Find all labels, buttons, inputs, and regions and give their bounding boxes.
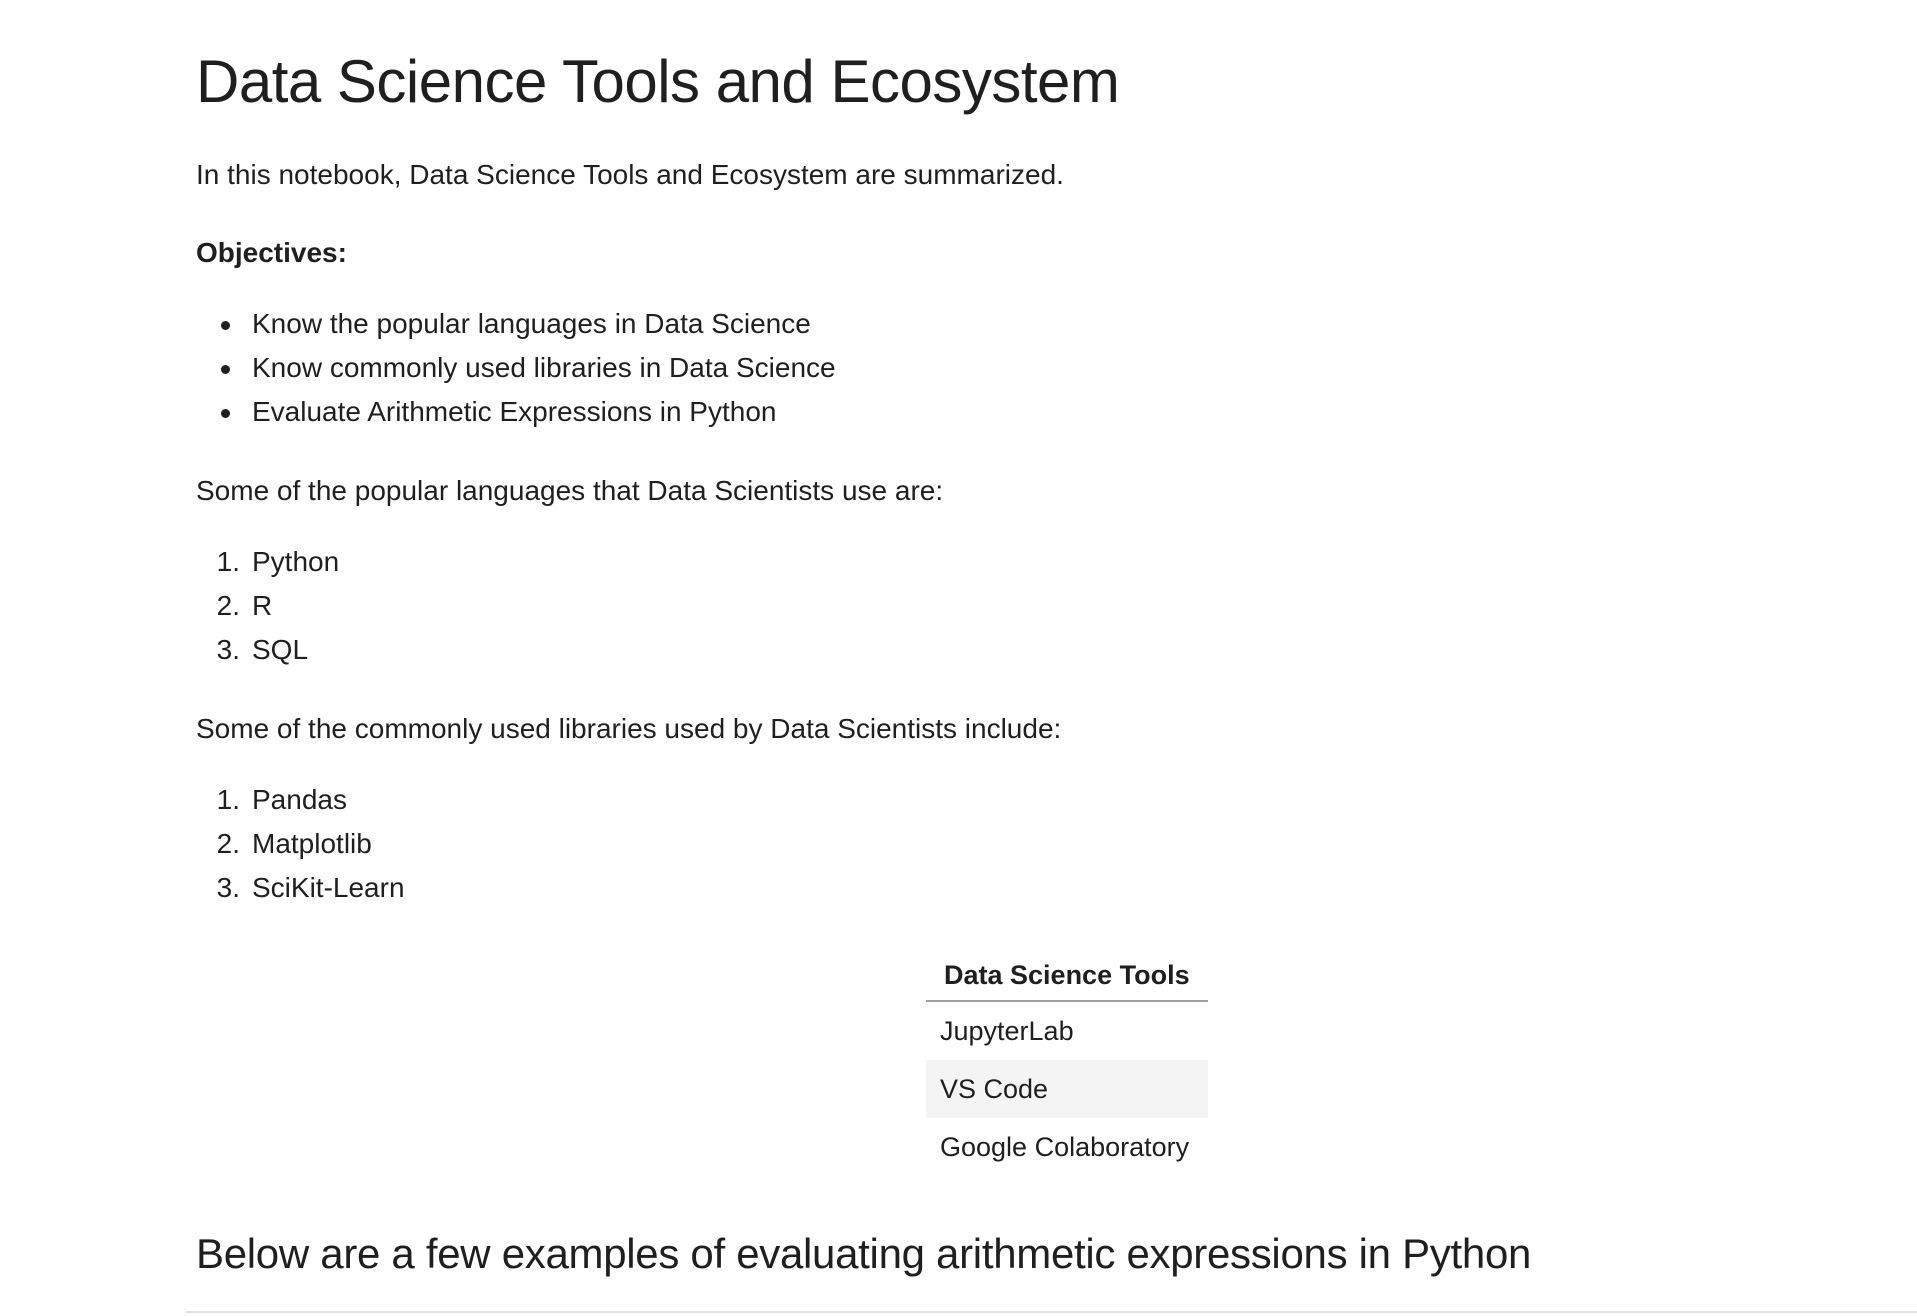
list-item: 1. Python bbox=[216, 546, 340, 577]
arithmetic-heading: Below are a few examples of evaluating a… bbox=[196, 1230, 1532, 1277]
table-row: VS Code bbox=[926, 1060, 1208, 1118]
languages-intro: Some of the popular languages that Data … bbox=[196, 475, 944, 506]
table-header: Data Science Tools bbox=[926, 950, 1208, 1002]
list-item: 3. SQL bbox=[216, 634, 309, 665]
bullet-icon bbox=[221, 365, 230, 374]
libraries-list: 1. Pandas 2. Matplotlib 3. SciKit-Learn bbox=[196, 778, 405, 910]
page-title: Data Science Tools and Ecosystem bbox=[196, 48, 1120, 115]
table-row: JupyterLab bbox=[926, 1001, 1208, 1060]
libraries-intro: Some of the commonly used libraries used… bbox=[196, 713, 1062, 744]
tools-table: Data Science Tools JupyterLab VS Code Go… bbox=[926, 950, 1208, 1176]
list-item: 3. SciKit-Learn bbox=[216, 872, 405, 903]
table-header-row: Data Science Tools bbox=[926, 950, 1208, 1002]
objectives-heading: Objectives: bbox=[196, 237, 347, 268]
bullet-icon bbox=[221, 409, 230, 418]
list-item: Know the popular languages in Data Scien… bbox=[196, 302, 836, 346]
table-cell: JupyterLab bbox=[940, 1015, 1074, 1046]
cell-divider bbox=[186, 1311, 1917, 1313]
intro-text: In this notebook, Data Science Tools and… bbox=[196, 159, 1064, 190]
objectives-list: Know the popular languages in Data Scien… bbox=[196, 302, 836, 434]
languages-list: 1. Python 2. R 3. SQL bbox=[196, 540, 340, 672]
list-item: 2. Matplotlib bbox=[216, 828, 372, 859]
table-row: Google Colaboratory bbox=[926, 1118, 1208, 1176]
list-item: 2. R bbox=[216, 590, 273, 621]
table-cell: VS Code bbox=[926, 1060, 1208, 1118]
list-item: Evaluate Arithmetic Expressions in Pytho… bbox=[196, 390, 836, 434]
list-item: 1. Pandas bbox=[216, 784, 347, 815]
bullet-icon bbox=[221, 321, 230, 330]
list-item: Know commonly used libraries in Data Sci… bbox=[196, 346, 836, 390]
table-cell: Google Colaboratory bbox=[940, 1131, 1190, 1162]
